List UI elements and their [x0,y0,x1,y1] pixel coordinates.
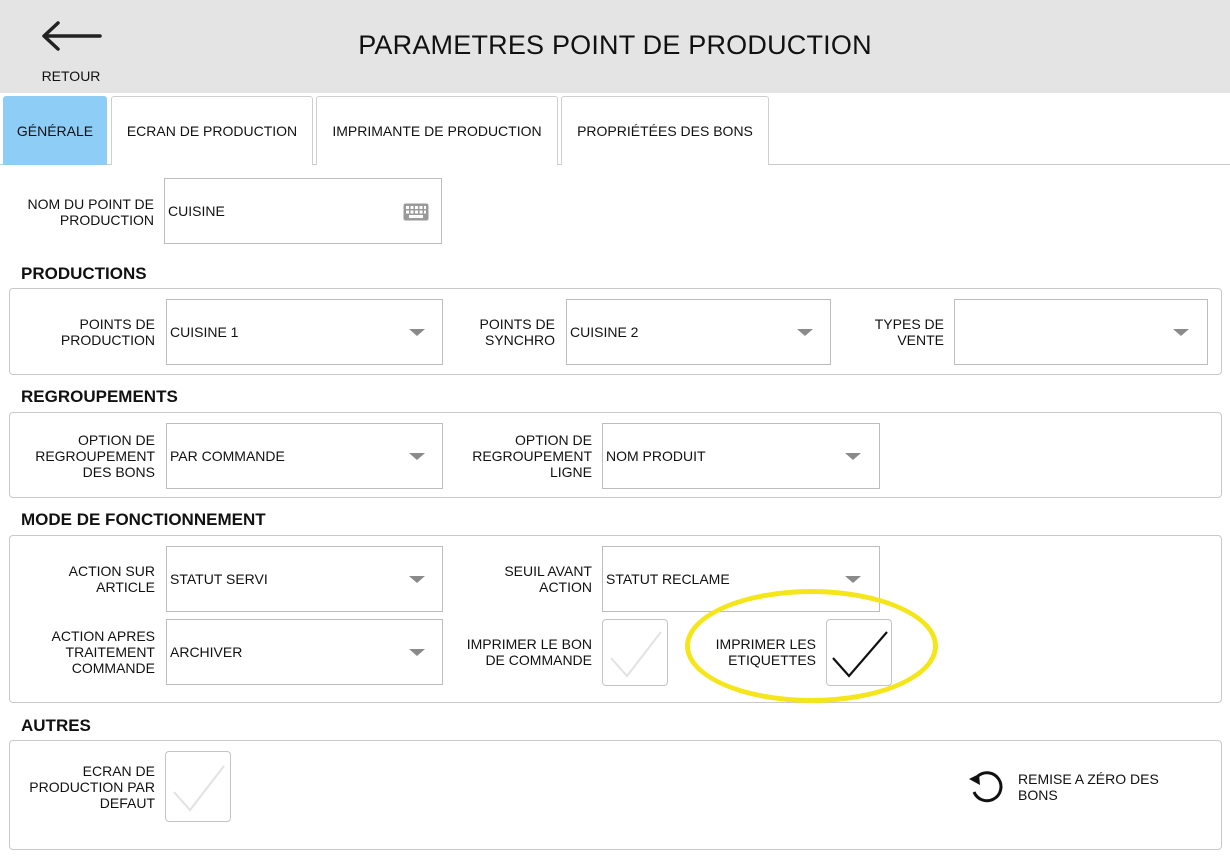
print-labels-checkbox[interactable] [826,619,892,686]
action-apres-value: ARCHIVER [170,644,243,660]
points-synchro-value: CUISINE 2 [570,324,639,340]
checkmark-icon [173,765,225,812]
action-article-value: STATUT SERVI [170,571,268,587]
reset-icon [969,771,1003,803]
default-screen-checkbox[interactable] [165,751,231,822]
points-production-value: CUISINE 1 [170,324,239,340]
default-screen-label-line2: PRODUCTION PAR [29,779,155,795]
points-synchro-label-line2: SYNCHRO [484,332,555,348]
chevron-down-icon [409,576,425,583]
back-button[interactable]: RETOUR [30,10,112,88]
regroupement-bons-label-line1: OPTION DE [77,432,155,448]
checkmark-icon [832,631,888,678]
regroupement-bons-label-line3: DES BONS [82,464,155,480]
action-article-label-line2: ARTICLE [96,579,155,595]
tab-proprietees-des-bons[interactable]: PROPRIÉTÉES DES BONS [561,96,769,165]
chevron-down-icon [845,453,861,460]
page-title: PARAMETRES POINT DE PRODUCTION [358,30,872,60]
points-production-label-line1: POINTS DE [79,316,155,332]
seuil-action-label-line1: SEUIL AVANT [504,563,592,579]
default-screen-label-line1: ECRAN DE [82,763,155,779]
production-name-input[interactable]: CUISINE [164,178,442,244]
regroupement-bons-value: PAR COMMANDE [170,448,285,464]
production-name-value: CUISINE [168,203,225,219]
regroupement-bons-select[interactable]: PAR COMMANDE [166,423,443,489]
print-labels-label: IMPRIMER LES ETIQUETTES [690,636,816,668]
chevron-down-icon [409,329,425,336]
points-production-label: POINTS DE PRODUCTION [20,316,155,348]
production-name-label-line1: NOM DU POINT DE [27,196,154,212]
points-synchro-label: POINTS DE SYNCHRO [440,316,555,348]
production-name-label: NOM DU POINT DE PRODUCTION [10,196,154,228]
regroupement-ligne-value: NOM PRODUIT [606,448,706,464]
keyboard-icon[interactable] [403,203,429,221]
chevron-down-icon [1173,329,1189,336]
header-bar: RETOUR PARAMETRES POINT DE PRODUCTION [0,0,1230,93]
action-apres-label-line1: ACTION APRES [51,628,155,644]
regroupement-ligne-label-line2: REGROUPEMENT [472,448,592,464]
print-bon-label: IMPRIMER LE BON DE COMMANDE [440,636,592,668]
regroupement-ligne-label-line1: OPTION DE [514,432,592,448]
checkmark-icon [610,631,662,678]
points-synchro-select[interactable]: CUISINE 2 [566,299,831,365]
points-synchro-label-line1: POINTS DE [479,316,555,332]
action-article-label-line1: ACTION SUR [68,563,155,579]
reset-label: REMISE A ZÉRO DES BONS [1018,771,1159,803]
seuil-action-label-line2: ACTION [539,579,592,595]
tab-bar: GÉNÉRALE ECRAN DE PRODUCTION IMPRIMANTE … [0,93,1230,165]
reset-label-line2: BONS [1018,787,1058,803]
action-apres-label-line2: TRAITEMENT [65,644,155,660]
tab-ecran-de-production[interactable]: ECRAN DE PRODUCTION [111,96,313,165]
print-bon-label-line1: IMPRIMER LE BON [466,636,592,652]
types-vente-label-line1: TYPES DE [874,316,944,332]
chevron-down-icon [845,576,861,583]
regroupement-ligne-label-line3: LIGNE [549,464,592,480]
section-title-productions: PRODUCTIONS [21,264,147,283]
print-bon-label-line2: DE COMMANDE [485,652,592,668]
chevron-down-icon [797,329,813,336]
action-article-select[interactable]: STATUT SERVI [166,546,443,612]
print-labels-label-line1: IMPRIMER LES [715,636,816,652]
arrow-left-icon [42,21,102,51]
section-title-mode: MODE DE FONCTIONNEMENT [21,510,266,529]
types-vente-select[interactable] [954,299,1208,365]
tab-imprimante-de-production[interactable]: IMPRIMANTE DE PRODUCTION [316,96,558,165]
seuil-action-label: SEUIL AVANT ACTION [440,563,592,595]
back-label: RETOUR [41,68,101,84]
action-apres-label-line3: COMMANDE [71,660,155,676]
action-article-label: ACTION SUR ARTICLE [20,563,155,595]
types-vente-label: TYPES DE VENTE [840,316,944,348]
regroupement-ligne-label: OPTION DE REGROUPEMENT LIGNE [440,432,592,480]
points-production-label-line2: PRODUCTION [60,332,155,348]
seuil-action-value: STATUT RECLAME [606,571,730,587]
regroupement-bons-label: OPTION DE REGROUPEMENT DES BONS [20,432,155,480]
types-vente-label-line2: VENTE [897,332,944,348]
print-bon-checkbox[interactable] [602,619,668,686]
action-apres-label: ACTION APRES TRAITEMENT COMMANDE [20,628,155,676]
regroupement-ligne-select[interactable]: NOM PRODUIT [602,423,880,489]
production-name-label-line2: PRODUCTION [59,212,154,228]
default-screen-label-line3: DEFAUT [99,795,155,811]
regroupement-bons-label-line2: REGROUPEMENT [35,448,155,464]
action-apres-select[interactable]: ARCHIVER [166,619,443,685]
section-title-regroupements: REGROUPEMENTS [21,387,178,406]
points-production-select[interactable]: CUISINE 1 [166,299,443,365]
section-title-autres: AUTRES [21,716,91,735]
reset-label-line1: REMISE A ZÉRO DES [1018,771,1159,787]
tab-generale[interactable]: GÉNÉRALE [3,96,107,165]
reset-button[interactable]: REMISE A ZÉRO DES BONS [966,766,1196,810]
seuil-action-select[interactable]: STATUT RECLAME [602,546,880,612]
print-labels-label-line2: ETIQUETTES [728,652,816,668]
chevron-down-icon [409,649,425,656]
default-screen-label: ECRAN DE PRODUCTION PAR DEFAUT [10,763,155,811]
chevron-down-icon [409,453,425,460]
